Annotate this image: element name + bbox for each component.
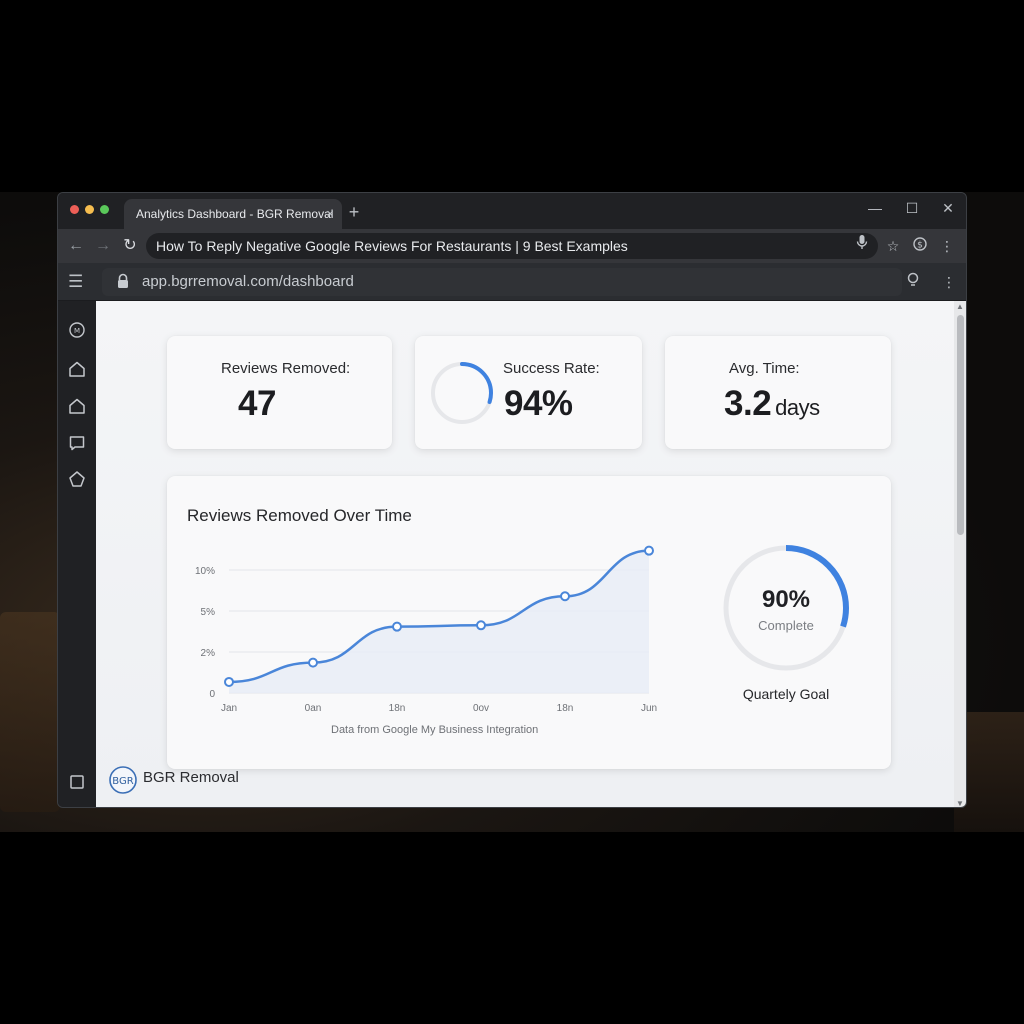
tab-close-icon[interactable]: × (326, 199, 334, 229)
chat-icon[interactable] (68, 434, 86, 452)
brand-badge-icon: BGR (109, 766, 137, 794)
app-url-text: app.bgrremoval.com/dashboard (142, 273, 354, 290)
minimize-dot[interactable] (85, 205, 94, 214)
goal-label: Quartely Goal (742, 686, 830, 702)
glass-silhouette (0, 612, 60, 812)
stat-unit: days (775, 395, 820, 420)
success-rate-ring (431, 362, 493, 424)
data-point (476, 620, 486, 631)
x-tick-label: 0an (305, 703, 322, 714)
y-tick-label: 10% (195, 566, 215, 577)
x-tick-label: 0ov (473, 703, 489, 714)
goal-percent: 90% (761, 586, 811, 613)
chart-card: Reviews Removed Over Time 0 2% 5% 10% Jan 0an… (167, 476, 891, 769)
browser-window: Analytics Dashboard - BGR Removal × + — … (57, 192, 967, 808)
home-icon[interactable] (68, 360, 86, 378)
extension-icon[interactable]: $ (911, 236, 929, 256)
stat-value: 3.2 days (724, 384, 820, 424)
chart-caption: Data from Google My Business Integration (331, 724, 539, 736)
browser-toolbar: ← → ↻ How To Reply Negative Google Revie… (58, 229, 966, 263)
data-point (308, 657, 318, 668)
shape-icon[interactable] (68, 470, 86, 488)
tab-bar: Analytics Dashboard - BGR Removal × + — … (58, 193, 966, 229)
stat-card-reviews-removed: Reviews Removed: 47 (167, 336, 392, 449)
back-button[interactable]: ← (66, 235, 86, 257)
x-tick-label: Jan (221, 703, 237, 714)
stat-value: 94% (504, 384, 573, 423)
kebab-menu-icon[interactable]: ⋮ (938, 236, 956, 256)
stat-label: Success Rate: (503, 360, 600, 377)
mic-icon[interactable] (856, 233, 868, 259)
app-url-field[interactable]: app.bgrremoval.com/dashboard (102, 268, 902, 296)
zoom-dot[interactable] (100, 205, 109, 214)
data-point (560, 591, 570, 602)
data-point (644, 545, 654, 556)
tab-analytics-dashboard[interactable]: Analytics Dashboard - BGR Removal × (124, 199, 342, 229)
stat-card-avg-time: Avg. Time: 3.2 days (665, 336, 891, 449)
stat-value: 47 (238, 384, 276, 423)
minimize-window-button[interactable]: — (866, 199, 884, 217)
maximize-window-button[interactable]: ☐ (903, 199, 921, 217)
app-header: ☰ app.bgrremoval.com/dashboard ⋮ (58, 263, 966, 301)
omnibox-text: How To Reply Negative Google Reviews For… (156, 238, 628, 254)
close-dot[interactable] (70, 205, 79, 214)
data-point (392, 621, 402, 632)
scroll-up-arrow-icon[interactable]: ▲ (956, 302, 964, 311)
omnibox[interactable]: How To Reply Negative Google Reviews For… (146, 233, 878, 259)
stat-card-success-rate: Success Rate: 94% (415, 336, 642, 449)
star-icon[interactable]: ☆ (884, 236, 902, 256)
data-point (224, 676, 234, 687)
y-tick-label: 2% (201, 648, 216, 659)
brand-name: BGR Removal (143, 769, 239, 786)
lock-icon (116, 273, 134, 291)
x-tick-label: 18n (389, 703, 406, 714)
logo-icon[interactable]: M (68, 321, 86, 339)
sidebar: M (58, 301, 96, 807)
home-alt-icon[interactable] (68, 397, 86, 415)
brand-badge-text: BGR (112, 776, 133, 787)
lightbulb-icon[interactable] (906, 272, 920, 293)
y-tick-label: 0 (209, 689, 215, 700)
app-kebab-icon[interactable]: ⋮ (942, 272, 956, 292)
goal-subtext: Complete (758, 618, 814, 633)
hamburger-menu-icon[interactable]: ☰ (68, 271, 83, 293)
square-icon[interactable] (68, 773, 86, 791)
dashboard-content: Reviews Removed: 47 Success Rate: 94% Av… (96, 301, 954, 807)
reload-button[interactable]: ↻ (120, 235, 140, 257)
stat-label: Avg. Time: (729, 360, 800, 377)
scroll-down-arrow-icon[interactable]: ▼ (956, 799, 964, 807)
stat-label: Reviews Removed: (221, 360, 351, 377)
tab-title: Analytics Dashboard - BGR Removal (136, 207, 334, 221)
x-tick-label: Jun (641, 703, 657, 714)
stat-value-number: 3.2 (724, 384, 772, 423)
forward-button[interactable]: → (93, 235, 113, 257)
x-tick-label: 18n (557, 703, 574, 714)
y-tick-label: 5% (201, 607, 216, 618)
svg-text:$: $ (917, 241, 923, 251)
close-window-button[interactable]: ✕ (939, 199, 957, 217)
svg-text:M: M (74, 327, 80, 335)
scroll-thumb[interactable] (957, 315, 964, 535)
scrollbar[interactable]: ▲ ▼ (954, 301, 966, 807)
new-tab-button[interactable]: + (345, 199, 363, 225)
area-fill (229, 550, 649, 693)
